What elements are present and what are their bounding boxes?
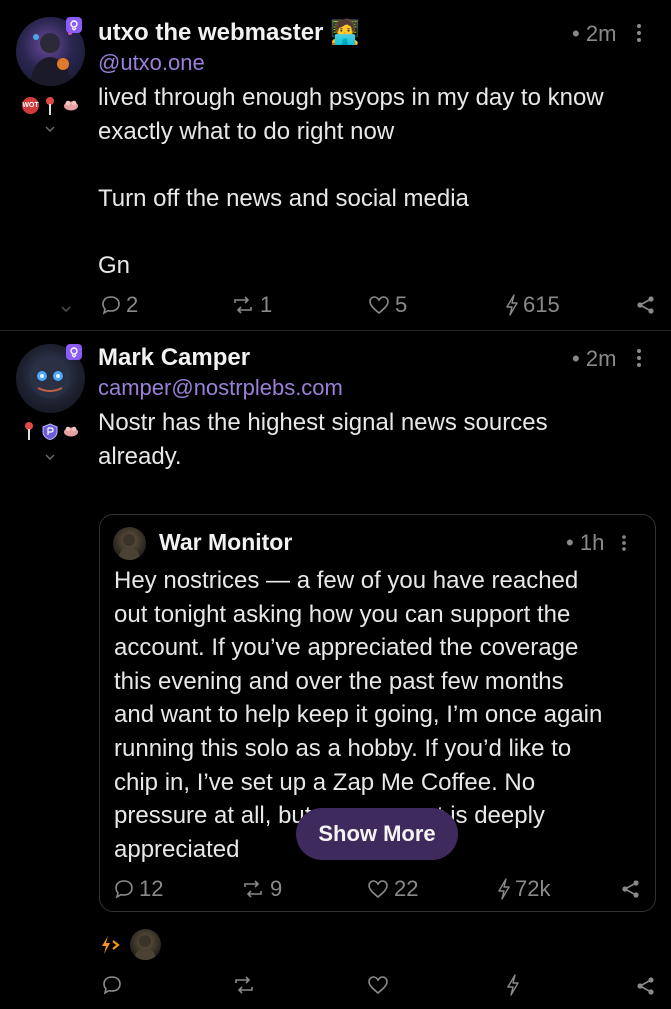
author-emoji: 🧑‍💻 <box>330 19 360 46</box>
repost-button[interactable]: 9 <box>240 876 282 902</box>
zap-icon <box>507 974 519 996</box>
share-icon[interactable] <box>621 879 641 904</box>
zap-icon <box>498 878 510 900</box>
like-button[interactable] <box>366 974 390 1001</box>
reply-icon <box>103 976 121 995</box>
heart-icon <box>369 296 389 315</box>
wot-badge-icon: WOT <box>22 97 39 114</box>
zappers-row[interactable] <box>100 929 161 960</box>
share-icon[interactable] <box>636 976 656 1001</box>
like-count: 5 <box>395 292 408 317</box>
quoted-author-name[interactable]: War Monitor <box>159 529 292 556</box>
repost-icon <box>235 976 253 994</box>
reply-button[interactable] <box>101 974 123 1001</box>
content-line <box>98 148 658 182</box>
content-line: account. If you’ve appreciated the cover… <box>114 634 579 662</box>
pin-badge-icon <box>24 421 34 446</box>
heart-icon <box>368 880 388 899</box>
quoted-timestamp[interactable]: • 1h <box>566 530 604 556</box>
show-more-button[interactable]: Show More <box>296 808 458 860</box>
more-options-icon[interactable] <box>636 23 642 48</box>
repost-button[interactable]: 1 <box>230 292 272 318</box>
reply-button[interactable]: 12 <box>113 876 163 902</box>
repost-icon <box>244 880 262 898</box>
content-line: Turn off the news and social media <box>98 184 469 212</box>
post-content: Nostr has the highest signal news source… <box>98 406 658 473</box>
reply-button[interactable]: 2 <box>100 292 138 318</box>
zap-forward-icon <box>102 935 120 954</box>
expand-chevron-icon[interactable] <box>44 448 56 466</box>
cat-badge-icon <box>63 423 79 442</box>
verified-icon <box>66 344 82 360</box>
author-name[interactable]: utxo the webmaster 🧑‍💻 <box>98 18 360 47</box>
content-line: lived through enough psyops in my day to… <box>98 84 604 111</box>
content-line: this evening and over the past few month… <box>114 667 564 695</box>
wot-badge-label: WOT <box>22 102 39 109</box>
zap-button[interactable]: 615 <box>505 292 560 318</box>
heart-icon <box>368 976 388 995</box>
timestamp[interactable]: • 2m <box>572 346 616 372</box>
more-options-icon[interactable] <box>636 348 642 373</box>
repost-icon <box>234 296 252 314</box>
content-line: already. <box>98 442 182 470</box>
content-line: out tonight asking how you can support t… <box>114 600 571 628</box>
zapper-avatar[interactable] <box>130 929 161 960</box>
like-count: 22 <box>394 876 419 901</box>
content-line: exactly what to do right now <box>98 117 395 145</box>
timestamp[interactable]: • 2m <box>572 21 616 47</box>
timestamp-text: 2m <box>585 21 617 46</box>
reply-count: 2 <box>126 292 139 317</box>
reply-icon <box>115 880 133 899</box>
post-content: lived through enough psyops in my day to… <box>98 81 658 282</box>
content-line: Gn <box>98 251 131 279</box>
avatar[interactable] <box>113 527 146 560</box>
timestamp-text: 1h <box>579 530 605 555</box>
post-divider <box>0 330 671 331</box>
zap-button[interactable]: 72k <box>497 876 550 902</box>
repost-button[interactable] <box>231 974 257 1001</box>
content-line: chip in, I’ve set up a Zap Me Coffee. No <box>114 768 536 796</box>
author-handle[interactable]: @utxo.one <box>98 50 205 76</box>
author-handle[interactable]: camper@nostrplebs.com <box>98 375 343 401</box>
zap-amount: 615 <box>523 292 560 317</box>
zap-amount: 72k <box>515 876 551 901</box>
content-line: running this solo as a hobby. If you’d l… <box>114 734 572 762</box>
zap-icon <box>506 294 518 316</box>
collapse-chevron-icon[interactable] <box>60 300 72 318</box>
repost-count: 1 <box>260 292 273 317</box>
like-button[interactable]: 5 <box>367 292 407 318</box>
repost-count: 9 <box>270 876 283 901</box>
more-options-icon[interactable] <box>621 534 627 557</box>
zap-button[interactable] <box>506 974 520 1001</box>
author-name-text: utxo the webmaster <box>98 19 324 46</box>
author-name[interactable]: Mark Camper <box>98 344 250 372</box>
shield-badge-icon <box>42 423 58 445</box>
like-button[interactable]: 22 <box>366 876 418 902</box>
reply-count: 12 <box>139 876 164 901</box>
pin-badge-icon <box>45 96 55 121</box>
content-line <box>98 215 658 249</box>
verified-icon <box>66 17 82 33</box>
cat-badge-icon <box>63 97 79 116</box>
reply-icon <box>102 296 120 315</box>
content-line: and want to help keep it going, I’m once… <box>114 701 603 729</box>
content-line: Nostr has the highest signal news source… <box>98 409 548 436</box>
expand-chevron-icon[interactable] <box>44 120 56 138</box>
quoted-note[interactable]: War Monitor • 1h Hey nostrices — a few o… <box>99 514 656 912</box>
share-icon[interactable] <box>636 295 656 320</box>
content-line: Hey nostrices — a few of you have reache… <box>114 567 579 594</box>
timestamp-text: 2m <box>585 346 617 371</box>
